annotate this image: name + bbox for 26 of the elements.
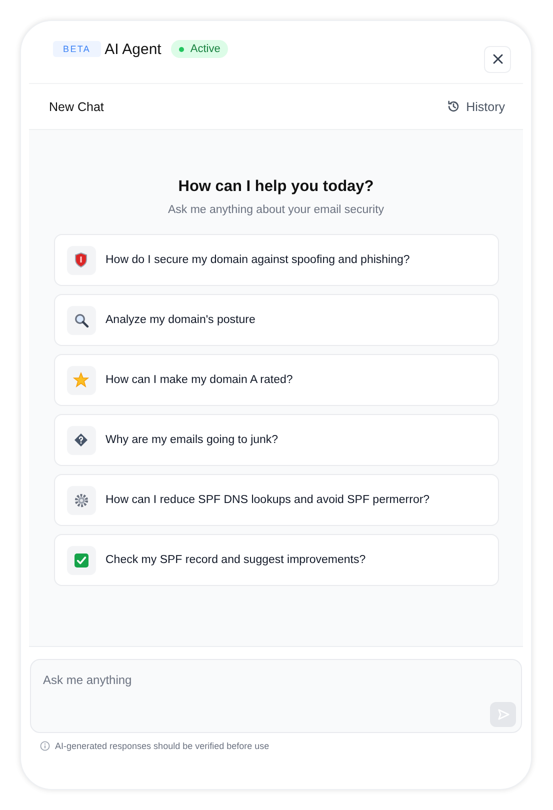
- welcome-subtitle: Ask me anything about your email security: [168, 204, 384, 216]
- history-icon: [447, 100, 460, 113]
- suggestion-card[interactable]: Why are my emails going to junk?: [54, 414, 498, 466]
- suggestion-card[interactable]: Check my SPF record and suggest improvements?: [54, 534, 498, 586]
- welcome-title: How can I help you today?: [178, 178, 374, 196]
- disclaimer-text: AI-generated responses should be verified before use: [55, 741, 270, 751]
- question-diamond-icon: [74, 433, 88, 447]
- panel-title: AI Agent: [104, 40, 162, 58]
- info-icon: [40, 741, 50, 751]
- status-badge: Active: [171, 40, 228, 58]
- send-icon: [496, 708, 510, 721]
- suggestion-card[interactable]: How can I make my domain A rated?: [54, 354, 498, 406]
- suggestion-card[interactable]: How can I reduce SPF DNS lookups and avoid SPF permerror?: [54, 474, 498, 526]
- shield-icon: [74, 252, 88, 268]
- checkmark-icon: [74, 552, 88, 568]
- magnifier-icon: [74, 312, 88, 328]
- new-chat-link[interactable]: New Chat: [49, 100, 104, 114]
- history-button[interactable]: History: [447, 100, 505, 114]
- suggestion-card[interactable]: How do I secure my domain against spoofing and phishing?: [54, 234, 498, 286]
- suggestion-card[interactable]: Analyze my domain's posture: [54, 294, 498, 346]
- close-icon: [492, 53, 504, 65]
- gear-icon: [74, 492, 88, 508]
- message-input[interactable]: Ask me anything: [30, 659, 522, 733]
- beta-badge: BETA: [53, 41, 101, 57]
- star-icon: [73, 372, 89, 388]
- close-button[interactable]: [484, 46, 511, 72]
